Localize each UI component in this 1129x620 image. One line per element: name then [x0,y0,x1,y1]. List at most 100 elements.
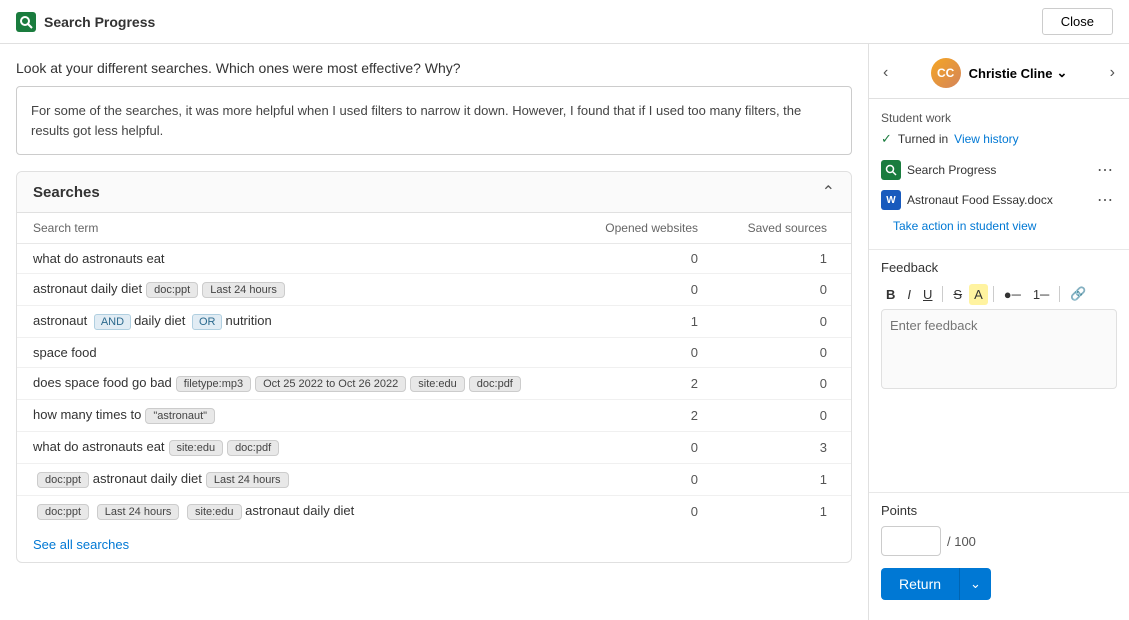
table-row: astronaut daily dietdoc:pptLast 24 hours… [17,274,851,306]
feedback-input[interactable] [881,309,1117,389]
student-dropdown-icon: ⌄ [1056,65,1067,81]
col-opened-websites: Opened websites [579,213,722,244]
search-term-cell: astronaut ANDdaily diet ORnutrition [17,306,579,338]
saved-sources-cell: 1 [722,496,851,528]
file-item-search-progress: Search Progress ⋯ [881,155,1117,185]
check-icon: ✓ [881,131,892,147]
search-term-cell: doc:ppt Last 24 hours site:edu astronaut… [17,496,579,528]
saved-sources-cell: 0 [722,274,851,306]
student-name: Christie Cline [969,66,1053,81]
saved-sources-cell: 1 [722,244,851,274]
prev-student-button[interactable]: ‹ [879,60,892,86]
app-logo [16,12,36,32]
next-student-button[interactable]: › [1106,60,1119,86]
close-button[interactable]: Close [1042,8,1113,35]
search-progress-more-button[interactable]: ⋯ [1093,160,1117,180]
student-name-dropdown[interactable]: Christie Cline ⌄ [969,65,1068,81]
app-title: Search Progress [44,14,155,30]
points-row: / 100 [881,526,1117,556]
search-term-cell: does space food go badfiletype:mp3Oct 25… [17,368,579,400]
search-progress-icon [881,160,901,180]
term-text: astronaut daily diet [93,471,202,486]
saved-sources-cell: 0 [722,400,851,432]
opened-websites-cell: 2 [579,400,722,432]
search-term-cell: astronaut daily dietdoc:pptLast 24 hours [17,274,579,306]
table-row: astronaut ANDdaily diet ORnutrition 10 [17,306,851,338]
numbered-button[interactable]: 1─ [1028,284,1054,305]
strikethrough-button[interactable]: S [948,284,967,305]
opened-websites-cell: 1 [579,306,722,338]
operator-tag: OR [192,314,223,330]
search-term-cell: what do astronauts eat [17,244,579,274]
underline-button[interactable]: U [918,284,937,305]
term-text: does space food go bad [33,375,172,390]
opened-websites-cell: 0 [579,464,722,496]
student-work-section: Student work ✓ Turned in View history Se… [869,99,1129,250]
term-text: astronaut daily diet [33,281,142,296]
question-section: Look at your different searches. Which o… [16,44,852,167]
collapse-searches-button[interactable]: ⌃ [822,182,835,202]
opened-websites-cell: 2 [579,368,722,400]
view-history-link[interactable]: View history [954,132,1018,146]
search-tag: doc:ppt [146,282,198,298]
top-bar: Search Progress Close [0,0,1129,44]
feedback-section: Feedback B I U S A ●─ 1─ 🔗 [869,250,1129,493]
table-row: what do astronauts eatsite:edudoc:pdf03 [17,432,851,464]
search-tag: Last 24 hours [97,504,180,520]
col-saved-sources: Saved sources [722,213,851,244]
term-text: what do astronauts eat [33,251,165,266]
term-text: astronaut daily diet [245,503,354,518]
term-text: daily diet [134,313,189,328]
bullets-button[interactable]: ●─ [999,284,1026,305]
feedback-label: Feedback [881,260,1117,275]
search-tag: Oct 25 2022 to Oct 26 2022 [255,376,406,392]
saved-sources-cell: 3 [722,432,851,464]
search-tag: "astronaut" [145,408,215,424]
operator-tag: AND [94,314,131,330]
return-dropdown-button[interactable]: ⌄ [959,568,991,600]
search-term-cell: how many times to"astronaut" [17,400,579,432]
essay-more-button[interactable]: ⋯ [1093,190,1117,210]
link-button[interactable]: 🔗 [1065,283,1091,305]
search-term-cell: space food [17,338,579,368]
opened-websites-cell: 0 [579,244,722,274]
table-row: how many times to"astronaut"20 [17,400,851,432]
toolbar-divider-1 [942,286,943,302]
col-search-term: Search term [17,213,579,244]
points-max: / 100 [947,534,976,549]
see-all-searches-link[interactable]: See all searches [17,527,851,562]
search-tag: Last 24 hours [206,472,289,488]
student-nav: ‹ CC Christie Cline ⌄ › [869,54,1129,99]
turned-in-row: ✓ Turned in View history [881,131,1117,147]
turned-in-text: Turned in [898,132,948,146]
highlight-button[interactable]: A [969,284,988,305]
opened-websites-cell: 0 [579,338,722,368]
searches-title: Searches [33,184,100,201]
file-item-left-essay: W Astronaut Food Essay.docx [881,190,1053,210]
points-label: Points [881,503,1117,518]
return-button[interactable]: Return [881,568,959,600]
return-row: Return ⌄ [881,568,1117,600]
points-input[interactable] [881,526,941,556]
toolbar-divider-2 [993,286,994,302]
points-section: Points / 100 Return ⌄ [869,493,1129,610]
search-tag: site:edu [169,440,224,456]
answer-box: For some of the searches, it was more he… [16,86,852,155]
search-progress-filename: Search Progress [907,163,996,177]
opened-websites-cell: 0 [579,274,722,306]
feedback-toolbar: B I U S A ●─ 1─ 🔗 [881,283,1117,305]
bold-button[interactable]: B [881,284,900,305]
top-bar-left: Search Progress [16,12,155,32]
searches-table: Search term Opened websites Saved source… [17,213,851,527]
student-avatar: CC [931,58,961,88]
search-tag: doc:ppt [37,504,89,520]
take-action-link[interactable]: Take action in student view [881,215,1117,237]
left-panel: Look at your different searches. Which o… [0,44,869,620]
table-row: doc:ppt astronaut daily dietLast 24 hour… [17,464,851,496]
table-row: space food00 [17,338,851,368]
saved-sources-cell: 1 [722,464,851,496]
italic-button[interactable]: I [902,284,916,305]
search-tag: doc:pdf [227,440,279,456]
right-panel: ‹ CC Christie Cline ⌄ › Student work ✓ T… [869,44,1129,620]
file-item-essay: W Astronaut Food Essay.docx ⋯ [881,185,1117,215]
